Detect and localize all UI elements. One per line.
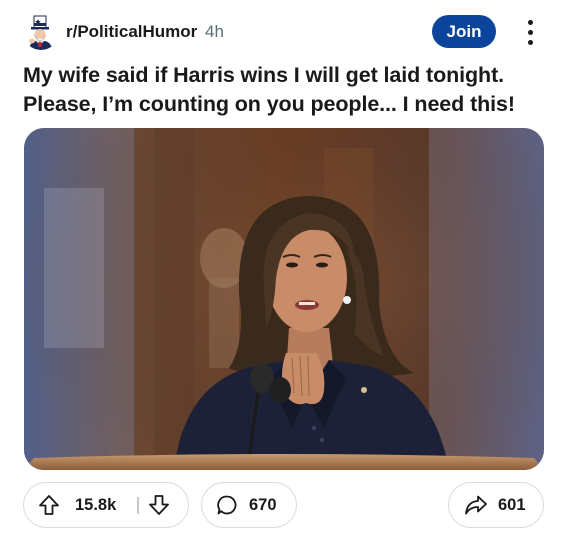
share-button[interactable]: 601 <box>448 482 544 528</box>
share-count: 601 <box>498 496 526 514</box>
more-options-icon[interactable] <box>516 14 544 50</box>
vote-divider <box>137 497 139 514</box>
subreddit-avatar[interactable] <box>23 14 59 50</box>
post-title[interactable]: My wife said if Harris wins I will get l… <box>23 61 553 119</box>
post-image[interactable] <box>24 128 544 470</box>
post-header: r/PoliticalHumor 4h Join <box>0 0 567 64</box>
comment-count: 670 <box>249 496 277 514</box>
reddit-post: r/PoliticalHumor 4h Join My wife said if… <box>0 0 567 537</box>
post-age: 4h <box>205 22 224 41</box>
upvote-arrow-icon[interactable] <box>38 494 60 516</box>
share-arrow-icon <box>464 494 488 516</box>
downvote-arrow-icon[interactable] <box>148 494 170 516</box>
speech-bubble-icon <box>216 494 238 516</box>
subreddit-name[interactable]: r/PoliticalHumor <box>66 22 197 42</box>
comments-button[interactable]: 670 <box>201 482 297 528</box>
vote-controls: 15.8k <box>23 482 189 528</box>
join-button[interactable]: Join <box>432 15 496 48</box>
vote-count: 15.8k <box>75 496 117 514</box>
